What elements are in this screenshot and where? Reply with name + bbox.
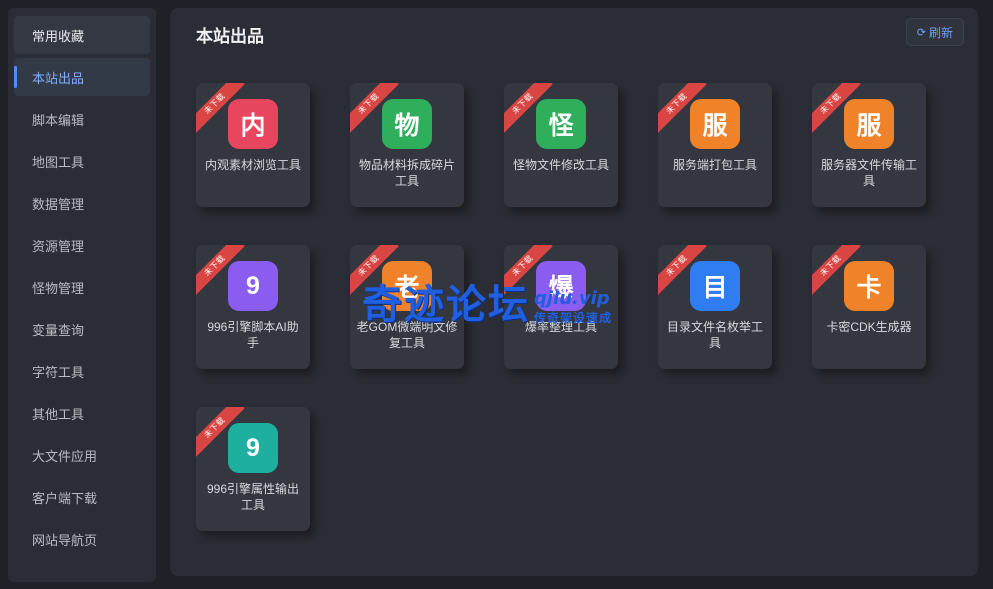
sidebar-item-label: 网站导航页: [32, 532, 98, 548]
sidebar-item-site-nav[interactable]: 网站导航页: [14, 520, 150, 558]
tool-tile-icon: 服: [844, 99, 894, 149]
tool-name: 996引擎脚本AI助手: [207, 320, 299, 350]
tool-tile-icon: 怪: [536, 99, 586, 149]
tool-name: 内观素材浏览工具: [204, 158, 301, 172]
sidebar-item-label: 常用收藏: [32, 28, 85, 44]
tool-tile-icon: 卡: [844, 261, 894, 311]
sidebar-item-label: 客户端下载: [32, 490, 98, 506]
tool-name: 物品材料拆成碎片工具: [358, 158, 455, 188]
tool-tile-icon: 9: [228, 261, 278, 311]
tool-name: 老GOM微端明文修复工具: [356, 320, 458, 350]
sidebar: 常用收藏 本站出品 脚本编辑 地图工具 数据管理 资源管理 怪物管理 变量查询 …: [8, 8, 156, 582]
refresh-icon: ⟳: [916, 26, 926, 39]
tool-tile-icon: 服: [690, 99, 740, 149]
sidebar-item-favorites[interactable]: 常用收藏: [14, 16, 150, 54]
tool-card[interactable]: 未下载 内 内观素材浏览工具: [196, 83, 310, 207]
sidebar-item-client-download[interactable]: 客户端下载: [14, 478, 150, 516]
tool-name: 爆率整理工具: [524, 320, 597, 334]
sidebar-item-label: 本站出品: [32, 70, 85, 86]
tool-name: 目录文件名枚举工具: [666, 320, 763, 350]
tool-card[interactable]: 未下载 目 目录文件名枚举工具: [658, 245, 772, 369]
sidebar-item-site-products[interactable]: 本站出品: [14, 58, 150, 96]
tool-name: 怪物文件修改工具: [512, 158, 609, 172]
sidebar-item-other-tools[interactable]: 其他工具: [14, 394, 150, 432]
sidebar-item-large-file-apps[interactable]: 大文件应用: [14, 436, 150, 474]
tool-card[interactable]: 未下载 老 老GOM微端明文修复工具: [350, 245, 464, 369]
sidebar-item-label: 大文件应用: [32, 448, 98, 464]
tool-card[interactable]: 未下载 服 服务端打包工具: [658, 83, 772, 207]
tool-card[interactable]: 未下载 物 物品材料拆成碎片工具: [350, 83, 464, 207]
sidebar-item-label: 资源管理: [32, 238, 85, 254]
sidebar-item-label: 地图工具: [32, 154, 85, 170]
tool-card[interactable]: 未下载 卡 卡密CDK生成器: [812, 245, 926, 369]
tool-tile-icon: 老: [382, 261, 432, 311]
tool-card[interactable]: 未下载 爆 爆率整理工具: [504, 245, 618, 369]
tool-name: 996引擎属性输出工具: [206, 482, 300, 512]
tool-tile-icon: 9: [228, 423, 278, 473]
sidebar-item-label: 其他工具: [32, 406, 85, 422]
page-title: 本站出品: [196, 27, 264, 46]
tool-card[interactable]: 未下载 服 服务器文件传输工具: [812, 83, 926, 207]
refresh-button[interactable]: ⟳ 刷新: [905, 18, 964, 46]
main-panel: 本站出品 ⟳ 刷新 未下载 内 内观素材浏览工具 未下载 物 物品材料拆成碎片工…: [170, 8, 978, 576]
sidebar-item-data-manage[interactable]: 数据管理: [14, 184, 150, 222]
tool-tile-icon: 爆: [536, 261, 586, 311]
sidebar-item-monster-manage[interactable]: 怪物管理: [14, 268, 150, 306]
sidebar-item-label: 字符工具: [32, 364, 85, 380]
tool-name: 服务器文件传输工具: [820, 158, 917, 188]
refresh-label: 刷新: [928, 25, 953, 40]
sidebar-item-label: 脚本编辑: [32, 112, 85, 128]
tool-card[interactable]: 未下载 怪 怪物文件修改工具: [504, 83, 618, 207]
sidebar-item-map-tools[interactable]: 地图工具: [14, 142, 150, 180]
sidebar-item-script-edit[interactable]: 脚本编辑: [14, 100, 150, 138]
sidebar-item-char-tools[interactable]: 字符工具: [14, 352, 150, 390]
tool-tile-icon: 物: [382, 99, 432, 149]
tool-card[interactable]: 未下载 9 996引擎脚本AI助手: [196, 245, 310, 369]
sidebar-item-resource-manage[interactable]: 资源管理: [14, 226, 150, 264]
sidebar-item-label: 变量查询: [32, 322, 85, 338]
sidebar-item-label: 数据管理: [32, 196, 85, 212]
tool-name: 卡密CDK生成器: [826, 320, 912, 334]
sidebar-item-variable-query[interactable]: 变量查询: [14, 310, 150, 348]
tool-name: 服务端打包工具: [672, 158, 757, 172]
tool-tile-icon: 目: [690, 261, 740, 311]
tool-tile-icon: 内: [228, 99, 278, 149]
tool-card[interactable]: 未下载 9 996引擎属性输出工具: [196, 407, 310, 531]
sidebar-item-label: 怪物管理: [32, 280, 85, 296]
